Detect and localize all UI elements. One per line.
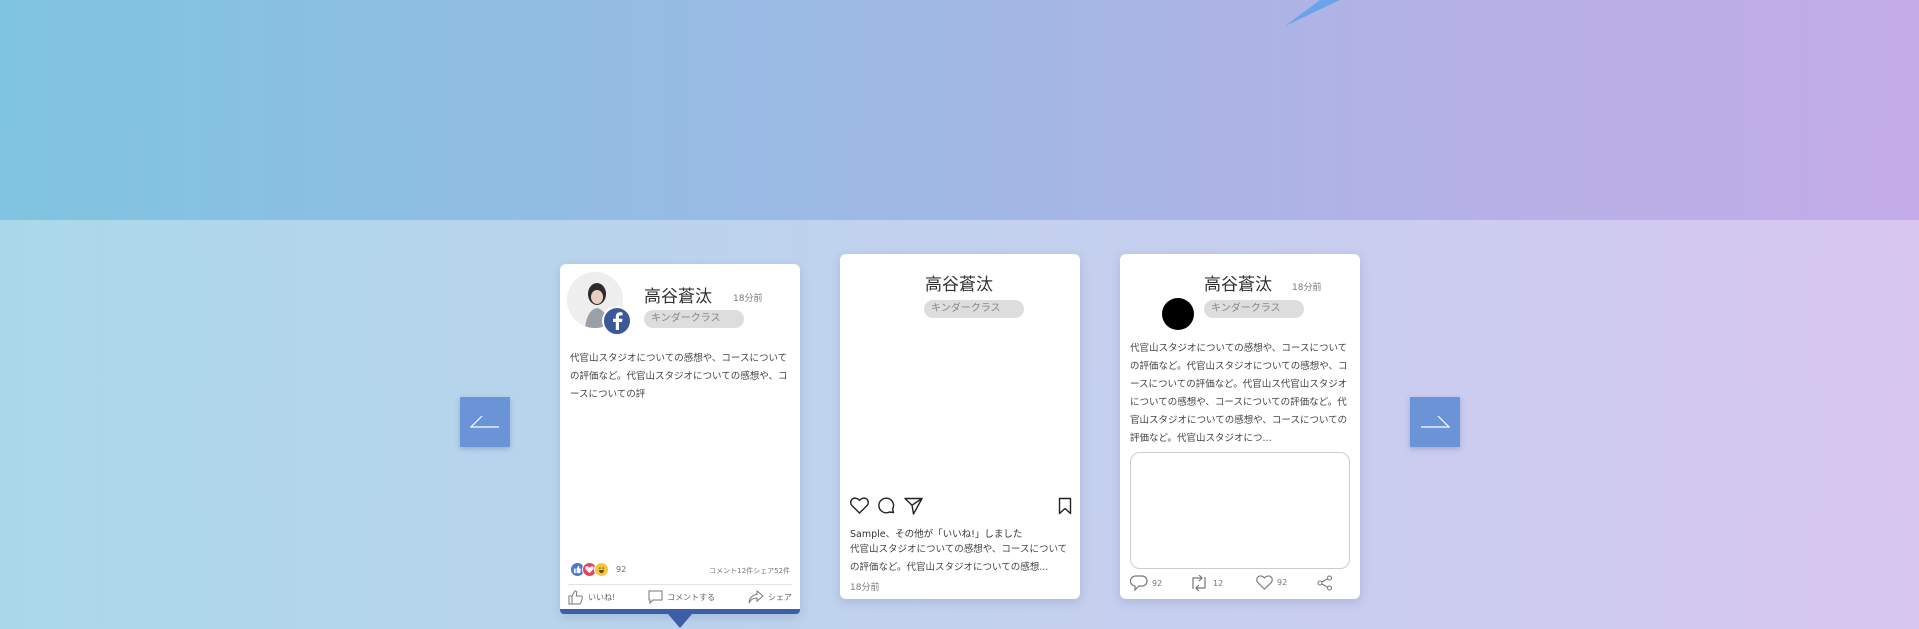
reply-count: 92 bbox=[1152, 578, 1163, 588]
post-caption: 代官山スタジオについての感想や、コースについての評価など。代官山スタジオについて… bbox=[850, 544, 1068, 573]
retweet-button[interactable]: 12 bbox=[1189, 575, 1223, 591]
thumbs-up-icon bbox=[568, 589, 583, 604]
arrow-right-icon bbox=[1421, 415, 1450, 428]
comment-button[interactable]: コメントする bbox=[648, 587, 715, 607]
class-tag: キンダークラス bbox=[1204, 300, 1304, 318]
class-tag: キンダークラス bbox=[924, 300, 1024, 318]
post-time: 18分前 bbox=[850, 583, 880, 593]
instagram-actions bbox=[850, 497, 1072, 519]
comment-share-stats[interactable]: コメント12件シェア52件 bbox=[709, 566, 790, 576]
comment-label: コメントする bbox=[667, 592, 716, 602]
carousel-next-button[interactable] bbox=[1410, 397, 1460, 447]
post-time: 18分前 bbox=[1292, 283, 1322, 293]
facebook-icon bbox=[602, 306, 632, 336]
share-arrow-icon bbox=[748, 590, 764, 604]
retweet-icon bbox=[1192, 575, 1206, 591]
send-icon[interactable] bbox=[904, 497, 923, 519]
like-count: 92 bbox=[1277, 578, 1288, 587]
divider bbox=[568, 584, 792, 585]
reaction-count: 92 bbox=[616, 565, 627, 574]
instagram-post-card[interactable]: 高谷蒼汰 キンダークラス Sample、その他が「いいね!」しました 代官山スタ… bbox=[840, 254, 1080, 599]
reactions[interactable]: 92 bbox=[570, 562, 626, 577]
reply-button[interactable]: 92 bbox=[1130, 575, 1162, 591]
carousel-prev-button[interactable] bbox=[460, 397, 510, 447]
haha-reaction-icon bbox=[594, 562, 609, 577]
post-body: 代官山スタジオについての感想や、コースについての評価など。代官山スタジオについて… bbox=[1130, 343, 1348, 444]
bookmark-icon[interactable] bbox=[1058, 497, 1072, 519]
heart-icon bbox=[1256, 575, 1273, 590]
twitter-post-card[interactable]: 高谷蒼汰 18分前 キンダークラス 代官山スタジオについての感想や、コースについ… bbox=[1120, 254, 1360, 599]
comment-icon bbox=[648, 590, 663, 604]
comment-bubble-icon[interactable] bbox=[877, 497, 895, 519]
facebook-post-card[interactable]: 高谷蒼汰 18分前 キンダークラス 代官山スタジオについての感想や、コースについ… bbox=[560, 264, 800, 628]
post-time: 18分前 bbox=[733, 294, 763, 304]
tweet-actions: 92 12 92 bbox=[1130, 575, 1350, 593]
like-button[interactable]: 92 bbox=[1256, 575, 1287, 590]
share-button[interactable]: シェア bbox=[748, 587, 792, 607]
decorative-shape bbox=[1285, 0, 1340, 26]
class-tag: キンダークラス bbox=[644, 310, 744, 328]
media-placeholder[interactable] bbox=[1130, 452, 1350, 569]
like-label: いいね! bbox=[588, 592, 616, 602]
retweet-count: 12 bbox=[1213, 578, 1224, 588]
reply-bubble-icon bbox=[1130, 575, 1148, 591]
liked-by-text: Sample、その他が「いいね!」しました bbox=[850, 529, 1023, 540]
active-pointer bbox=[668, 614, 692, 628]
avatar bbox=[1162, 298, 1194, 330]
post-body: 代官山スタジオについての感想や、コースについての評価など。代官山スタジオについて… bbox=[570, 353, 788, 400]
user-name: 高谷蒼汰 bbox=[644, 287, 712, 307]
user-name: 高谷蒼汰 bbox=[925, 275, 993, 295]
share-nodes-icon bbox=[1317, 575, 1333, 591]
arrow-left-icon bbox=[470, 415, 499, 428]
heart-icon[interactable] bbox=[850, 497, 869, 518]
hero-banner bbox=[0, 0, 1919, 220]
like-button[interactable]: いいね! bbox=[568, 587, 615, 607]
user-name: 高谷蒼汰 bbox=[1204, 275, 1272, 295]
share-button[interactable] bbox=[1317, 575, 1337, 591]
share-label: シェア bbox=[768, 592, 792, 602]
post-actions: いいね! コメントする シェア bbox=[568, 587, 792, 607]
